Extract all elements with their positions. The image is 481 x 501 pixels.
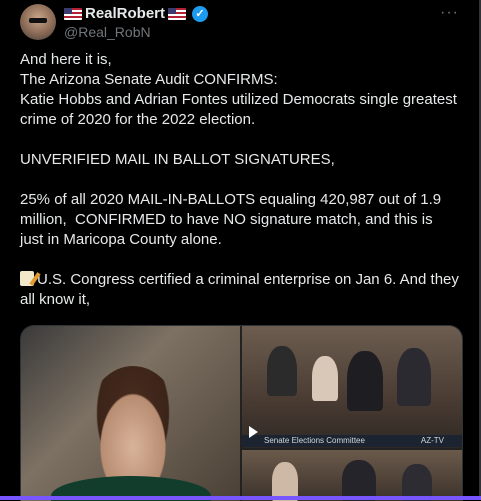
tweet-line-with-memo: U.S. Congress certified a criminal enter… bbox=[20, 270, 460, 310]
person-shape bbox=[347, 351, 383, 411]
person-shape bbox=[267, 346, 297, 396]
video-thumbnail-right-bottom[interactable] bbox=[242, 450, 462, 501]
us-flag-icon bbox=[168, 7, 187, 20]
avatar[interactable] bbox=[20, 4, 56, 40]
display-name-row[interactable]: RealRobert ✓ bbox=[64, 5, 209, 22]
handle[interactable]: @Real_RobN bbox=[64, 24, 208, 40]
person-shape bbox=[312, 356, 338, 401]
display-name: RealRobert bbox=[85, 5, 166, 22]
tweet-line: 25% of all 2020 MAIL-IN-BALLOTS equaling… bbox=[20, 191, 446, 248]
tweet-line: Katie Hobbs and Adrian Fontes utilized D… bbox=[20, 91, 462, 128]
tweet-header: RealRobert ✓ @Real_RobN bbox=[64, 5, 209, 40]
verified-badge-icon: ✓ bbox=[192, 5, 209, 22]
video-thumbnail-right-top[interactable] bbox=[242, 326, 462, 448]
media-grid[interactable]: Senate Elections Committee AZ-TV bbox=[20, 325, 463, 501]
sunglasses-shape bbox=[29, 18, 47, 23]
play-icon[interactable] bbox=[249, 426, 258, 438]
accent-bar bbox=[0, 496, 481, 500]
more-options-icon[interactable]: ··· bbox=[440, 4, 459, 22]
us-flag-icon bbox=[64, 7, 82, 20]
tweet-line: And here it is, bbox=[20, 51, 112, 68]
video-thumbnail-left[interactable] bbox=[21, 326, 240, 501]
tweet-line: U.S. Congress certified a criminal enter… bbox=[20, 271, 464, 308]
caption-right: AZ-TV bbox=[420, 436, 444, 445]
tweet-body: And here it is, The Arizona Senate Audit… bbox=[20, 50, 460, 310]
tweet-line: The Arizona Senate Audit CONFIRMS: bbox=[20, 71, 278, 88]
person-shape bbox=[342, 460, 376, 501]
caption-left: Senate Elections Committee bbox=[264, 436, 365, 445]
memo-icon bbox=[20, 271, 34, 286]
video-caption-bar: Senate Elections Committee AZ-TV bbox=[242, 435, 462, 447]
person-shape bbox=[397, 348, 431, 406]
tweet-line: UNVERIFIED MAIL IN BALLOT SIGNATURES, bbox=[20, 151, 335, 168]
